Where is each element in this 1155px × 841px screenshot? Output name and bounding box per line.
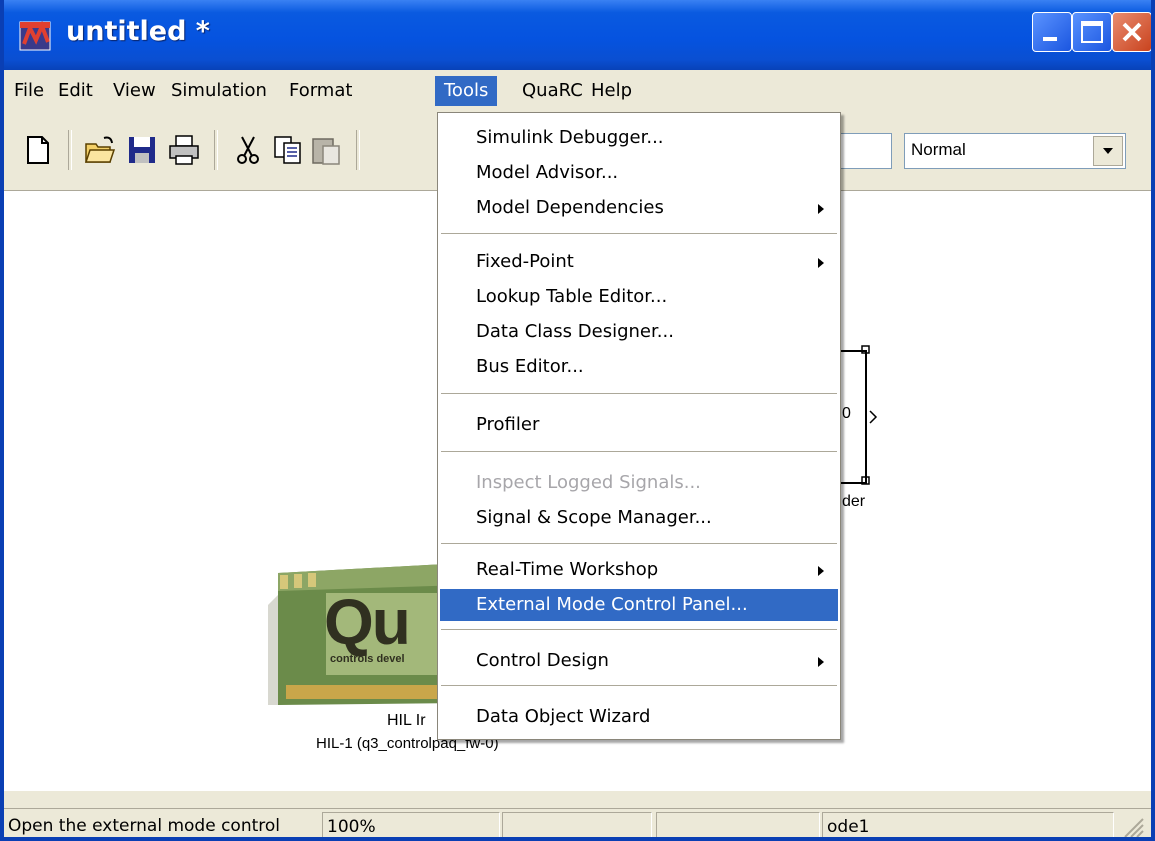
menu-item-label: Fixed-Point [476, 251, 574, 272]
menu-separator [441, 393, 837, 397]
submenu-arrow-icon [818, 204, 824, 214]
open-icon[interactable] [84, 134, 116, 166]
minimize-button[interactable] [1032, 12, 1072, 52]
menu-item-real-time-workshop[interactable]: Real-Time Workshop [440, 554, 838, 586]
menu-bar: File Edit View Simulation Format Tools Q… [4, 70, 1151, 112]
menu-item-model-dependencies[interactable]: Model Dependencies [440, 192, 838, 224]
menu-item-label: Model Dependencies [476, 197, 664, 218]
menu-file[interactable]: File [5, 76, 53, 106]
menu-item-model-advisor[interactable]: Model Advisor... [440, 157, 838, 189]
status-zoom: 100% [322, 812, 500, 837]
toolbar-separator [68, 130, 72, 170]
submenu-arrow-icon [818, 566, 824, 576]
menu-simulation[interactable]: Simulation [162, 76, 276, 106]
status-solver: ode1 [822, 812, 1114, 837]
print-icon[interactable] [168, 134, 200, 166]
status-message: Open the external mode control [8, 816, 281, 836]
title-bar[interactable]: untitled * [4, 0, 1151, 70]
menu-item-data-class-designer[interactable]: Data Class Designer... [440, 316, 838, 348]
copy-icon[interactable] [272, 134, 304, 166]
menu-item-inspect-logged-signals: Inspect Logged Signals... [476, 472, 701, 493]
menu-item-label: Real-Time Workshop [476, 559, 659, 580]
maximize-button[interactable] [1072, 12, 1112, 52]
menu-item-lookup-table-editor[interactable]: Lookup Table Editor... [440, 281, 838, 313]
card-brand-subtext: controls devel [330, 653, 405, 665]
simulink-window: untitled * File Edit View Simulation For… [0, 0, 1155, 841]
submenu-arrow-icon [818, 258, 824, 268]
menu-item-profiler[interactable]: Profiler [440, 409, 838, 441]
resize-grip-icon[interactable] [1121, 815, 1145, 839]
menu-quarc[interactable]: QuaRC [513, 76, 592, 106]
menu-item-simulink-debugger[interactable]: Simulink Debugger... [440, 122, 838, 154]
menu-tools[interactable]: Tools [435, 76, 498, 106]
simulation-mode-dropdown[interactable]: Normal [904, 133, 1126, 169]
encoder-port-label: 0 [842, 405, 851, 422]
menu-item-data-object-wizard[interactable]: Data Object Wizard [440, 701, 838, 733]
simulink-app-icon[interactable] [18, 18, 54, 54]
encoder-block-label: der [842, 493, 866, 510]
cut-icon[interactable] [232, 134, 264, 166]
status-cell-empty-2 [656, 812, 820, 837]
minimize-icon [1043, 37, 1057, 41]
card-brand-text: Qu [324, 586, 411, 658]
close-button[interactable] [1112, 12, 1151, 52]
menu-format[interactable]: Format [280, 76, 361, 106]
menu-separator [441, 451, 837, 455]
menu-view[interactable]: View [104, 76, 165, 106]
menu-separator [441, 629, 837, 633]
menu-separator [441, 685, 837, 689]
menu-separator [441, 543, 837, 547]
tools-menu-dropdown: Simulink Debugger... Model Advisor... Mo… [437, 112, 841, 740]
status-cell-empty-1 [502, 812, 652, 837]
menu-item-fixed-point[interactable]: Fixed-Point [440, 246, 838, 278]
window-title: untitled * [66, 16, 210, 47]
submenu-arrow-icon [818, 657, 824, 667]
save-icon[interactable] [126, 134, 158, 166]
new-icon[interactable] [22, 134, 54, 166]
menu-item-external-mode-control-panel[interactable]: External Mode Control Panel... [440, 589, 838, 621]
hil-block-label: HIL Ir [387, 712, 426, 729]
menu-item-signal-scope-manager[interactable]: Signal & Scope Manager... [440, 502, 838, 534]
menu-help[interactable]: Help [582, 76, 641, 106]
hil-initialize-block[interactable]: Qu controls devel [266, 555, 466, 710]
chevron-down-icon [1103, 148, 1113, 154]
toolbar-separator [214, 130, 218, 170]
paste-icon[interactable] [310, 134, 342, 166]
simulation-mode-value: Normal [911, 140, 966, 159]
menu-edit[interactable]: Edit [49, 76, 102, 106]
menu-item-control-design[interactable]: Control Design [440, 645, 838, 677]
toolbar-separator [356, 130, 360, 170]
status-bar: Open the external mode control 100% ode1 [4, 808, 1151, 839]
stop-time-field[interactable] [836, 133, 892, 169]
close-icon [1122, 22, 1142, 42]
simulation-mode-dropdown-button[interactable] [1093, 136, 1123, 166]
maximize-icon [1081, 21, 1103, 43]
menu-item-bus-editor[interactable]: Bus Editor... [440, 351, 838, 383]
menu-separator [441, 233, 837, 237]
menu-item-label: Control Design [476, 650, 609, 671]
